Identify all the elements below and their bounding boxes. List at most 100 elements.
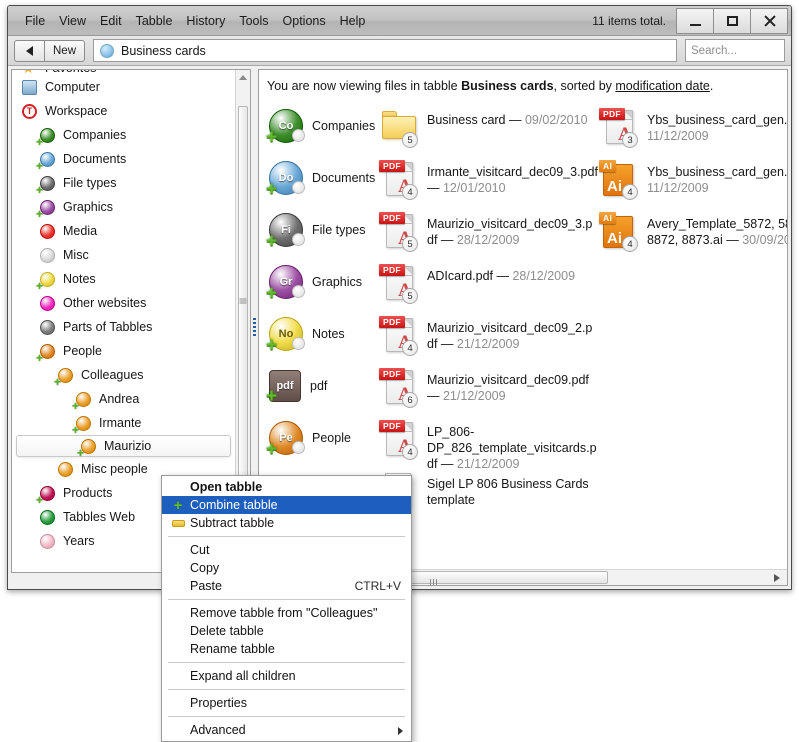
sidebar-item-documents[interactable]: Documents (12, 147, 235, 172)
sidebar-item-computer[interactable]: Computer (12, 75, 235, 99)
tabble-orb-icon (40, 223, 55, 239)
context-menu-item-remove-tabble-from-colleagues[interactable]: Remove tabble from "Colleagues" (162, 604, 411, 622)
maximize-button[interactable] (713, 7, 751, 34)
file-date: 30/09/2009 (742, 233, 787, 247)
sidebar-item-media[interactable]: Media (12, 219, 235, 243)
menu-help[interactable]: Help (333, 11, 373, 31)
tabble-item[interactable]: Gr Graphics (265, 256, 385, 308)
back-button[interactable] (14, 39, 44, 62)
tabble-item[interactable]: Do Documents (265, 152, 385, 204)
sidebar-item-maurizio[interactable]: Maurizio (16, 435, 231, 459)
file-item[interactable]: AiAI4Ybs_business_card_gen.ai — 11/12/20… (599, 152, 787, 204)
file-item[interactable]: APDF4Maurizio_visitcard_dec09_2.pdf — 21… (379, 308, 599, 360)
pdf-file-icon: APDF5 (379, 262, 419, 304)
tag-count-badge: 5 (402, 288, 418, 304)
sidebar-scroll-thumb[interactable] (238, 106, 248, 496)
context-menu-item-label: Advanced (190, 723, 246, 737)
sidebar-item-colleagues[interactable]: Colleagues (12, 363, 235, 388)
search-input[interactable]: Search... (685, 39, 785, 62)
title-bar-right: 11 items total. (592, 6, 791, 35)
context-menu-item-expand-all-children[interactable]: Expand all children (162, 667, 411, 685)
file-item[interactable]: APDF6Maurizio_visitcard_dec09.pdf — 21/1… (379, 360, 599, 412)
menu-history[interactable]: History (179, 11, 232, 31)
sidebar-item-andrea[interactable]: Andrea (12, 387, 235, 412)
address-bar[interactable]: Business cards (93, 39, 677, 62)
context-menu-item-advanced[interactable]: Advanced (162, 721, 411, 739)
menu-file[interactable]: File (18, 11, 52, 31)
navigation-toolbar: New Business cards Search... (8, 36, 791, 66)
tabble-item[interactable]: Fi File types (265, 204, 385, 256)
file-item[interactable]: APDF5Maurizio_visitcard_dec09_3.pdf — 28… (379, 204, 599, 256)
pdf-badge: PDF (379, 316, 405, 328)
close-button[interactable] (750, 7, 788, 34)
search-placeholder: Search... (691, 44, 738, 57)
tabble-item[interactable]: pdf pdf (265, 360, 385, 412)
sidebar-item-label: Misc (63, 247, 89, 262)
sidebar-item-label: Maurizio (104, 438, 152, 453)
context-menu-item-label: Properties (190, 696, 247, 710)
menu-options[interactable]: Options (276, 11, 333, 31)
context-menu-item-paste[interactable]: Paste CTRL+V (162, 577, 411, 595)
info-tabble-name: Business cards (461, 79, 554, 93)
sidebar-item-other-websites[interactable]: Other websites (12, 291, 235, 315)
menu-edit[interactable]: Edit (93, 11, 129, 31)
file-item[interactable]: AiAI4Avery_Template_5872, 5873, 8872, 88… (599, 204, 787, 256)
file-item[interactable]: APDF4LP_806-DP_826_template_visitcards.p… (379, 412, 599, 471)
sidebar-item-misc[interactable]: Misc (12, 243, 235, 267)
address-bar-value: Business cards (121, 43, 206, 58)
file-item[interactable]: APDF4Irmante_visitcard_dec09_3.pdf — 12/… (379, 152, 599, 204)
context-menu-item-subtract-tabble[interactable]: Subtract tabble (162, 514, 411, 532)
menu-view[interactable]: View (52, 11, 93, 31)
sidebar-item-file-types[interactable]: File types (12, 171, 235, 196)
context-menu-item-open-tabble[interactable]: Open tabble (162, 478, 411, 496)
context-menu-item-combine-tabble[interactable]: + Combine tabble (162, 496, 411, 514)
menu-separator (168, 689, 405, 690)
sort-key-link[interactable]: modification date (615, 79, 710, 93)
sidebar-item-label: Notes (63, 271, 96, 286)
sidebar-item-companies[interactable]: Companies (12, 123, 235, 148)
minimize-button[interactable] (676, 7, 714, 34)
scroll-up-button[interactable] (236, 70, 250, 84)
sidebar-item-label: Tabbles Web (63, 509, 136, 524)
sidebar-item-notes[interactable]: Notes (12, 267, 235, 292)
maximize-icon (726, 15, 738, 26)
sidebar-item-parts-of-tabbles[interactable]: Parts of Tabbles (12, 315, 235, 339)
file-item[interactable]: Sigel LP 806 Business Cards template (379, 464, 599, 516)
sidebar-item-people[interactable]: People (12, 339, 235, 364)
file-item[interactable]: APDF5ADIcard.pdf — 28/12/2009 (379, 256, 599, 308)
sidebar-item-graphics[interactable]: Graphics (12, 195, 235, 220)
menu-tabble[interactable]: Tabble (129, 11, 180, 31)
context-menu-item-copy[interactable]: Copy (162, 559, 411, 577)
sidebar-item-irmante[interactable]: Irmante (12, 411, 235, 436)
pdf-badge: PDF (379, 264, 405, 276)
context-menu-item-label: Rename tabble (190, 642, 275, 656)
context-menu-item-delete-tabble[interactable]: Delete tabble (162, 622, 411, 640)
context-menu-item-label: Subtract tabble (190, 516, 275, 530)
tabble-orb-icon (72, 391, 91, 412)
menu-separator (168, 536, 405, 537)
file-item[interactable]: 5 Business card — 09/02/2010 (379, 100, 599, 152)
star-icon: ★ (22, 70, 37, 75)
tabble-item[interactable]: No Notes (265, 308, 385, 360)
context-menu-item-rename-tabble[interactable]: Rename tabble (162, 640, 411, 658)
sidebar-item-workspace[interactable]: T Workspace (12, 99, 235, 123)
info-middle: , sorted by (553, 79, 616, 93)
menu-tools[interactable]: Tools (232, 11, 275, 31)
file-item[interactable]: APDF3Ybs_business_card_gen.pdf — 11/12/2… (599, 100, 787, 152)
close-icon (763, 14, 776, 27)
tabble-abbrev: No (278, 328, 294, 340)
file-name-and-date: Ybs_business_card_gen.pdf — 11/12/2009 (647, 106, 787, 144)
pdf-badge: PDF (379, 212, 405, 224)
ai-file-icon: Ai AI 4 (599, 210, 639, 252)
context-menu-item-properties[interactable]: Properties (162, 694, 411, 712)
new-button[interactable]: New (44, 39, 86, 62)
pdf-file-icon: APDF4 (379, 418, 419, 460)
tabble-item[interactable]: Co Companies (265, 100, 385, 152)
scroll-right-button[interactable] (768, 571, 786, 584)
tabble-icon: Pe (266, 421, 305, 459)
pdf-file-icon: APDF6 (379, 366, 419, 408)
context-menu-item-cut[interactable]: Cut (162, 541, 411, 559)
tabble-item[interactable]: Pe People (265, 412, 385, 464)
ai-badge: AI (599, 212, 617, 224)
menu-separator (168, 599, 405, 600)
